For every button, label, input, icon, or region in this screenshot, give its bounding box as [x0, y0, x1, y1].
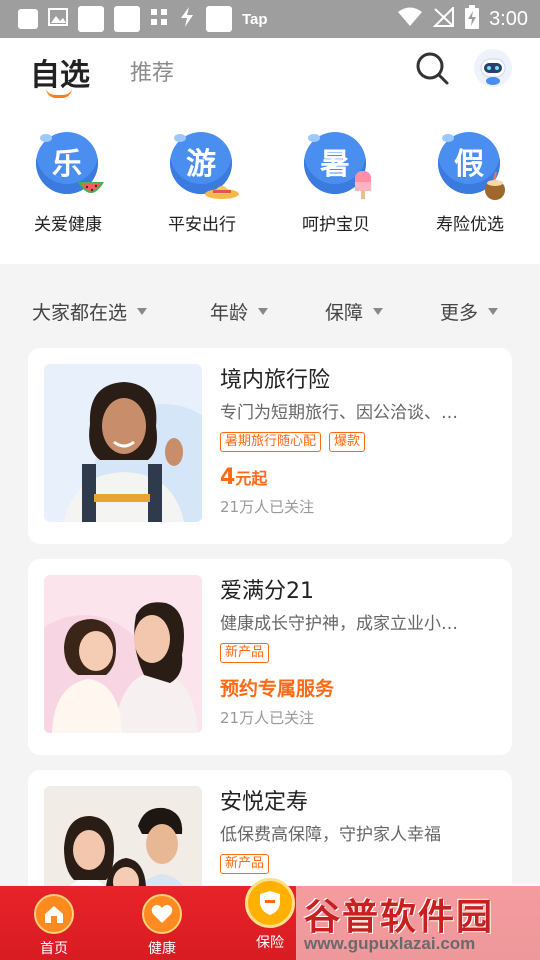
robot-avatar-icon[interactable] [474, 49, 512, 87]
heart-icon [142, 894, 182, 934]
app-notification-icon [206, 6, 232, 32]
tab-tuijian[interactable]: 推荐 [130, 55, 174, 87]
caret-down-icon [373, 308, 384, 315]
battery-charging-icon [465, 5, 480, 33]
watermark: 谷普软件园 www.gupuxlazai.com [296, 884, 540, 960]
product-description: 健康成长守护神，成家立业小… [220, 614, 458, 634]
filter-coverage[interactable]: 保障 [325, 298, 384, 325]
top-header: 自选 推荐 [0, 38, 540, 102]
app-notification-icon [78, 6, 104, 32]
product-title: 安悦定寿 [220, 790, 309, 815]
watermark-logo: 谷普软件园 [304, 897, 495, 938]
category-health[interactable]: 乐 关爱健康 [8, 132, 128, 235]
filter-age[interactable]: 年龄 [210, 298, 269, 325]
nav-label: 首页 [40, 941, 68, 957]
app-screen: Tap 3:00 自选 推荐 乐 关爱健康 游 平安出行 暑 呵护宝贝 假 寿险… [0, 0, 540, 960]
search-icon[interactable] [414, 50, 450, 86]
category-label: 呵护宝贝 [302, 215, 370, 235]
filter-more[interactable]: 更多 [440, 298, 499, 325]
home-icon [34, 894, 74, 934]
product-card[interactable]: 爱满分21 健康成长守护神，成家立业小… 新产品 预约专属服务 21万人已关注 [28, 559, 512, 755]
bolt-icon [178, 6, 196, 32]
image-icon [48, 7, 68, 31]
product-description: 专门为短期旅行、因公洽谈、… [220, 403, 458, 423]
clock: 3:00 [489, 7, 528, 30]
category-grid: 乐 关爱健康 游 平安出行 暑 呵护宝贝 假 寿险优选 [0, 102, 540, 264]
product-description: 低保费高保障，守护家人幸福 [220, 825, 441, 845]
filter-popular[interactable]: 大家都在选 [32, 298, 148, 325]
category-life[interactable]: 假 寿险优选 [410, 132, 530, 235]
notification-icon [18, 9, 38, 29]
shield-icon [245, 878, 295, 928]
app-notification-icon [114, 6, 140, 32]
popsicle-badge-icon: 暑 [304, 132, 371, 199]
caret-down-icon [137, 308, 148, 315]
category-travel[interactable]: 游 平安出行 [142, 132, 262, 235]
category-label: 关爱健康 [34, 215, 102, 235]
product-tag: 新产品 [220, 643, 270, 663]
product-service-link: 预约专属服务 [220, 678, 335, 700]
coconut-drink-badge-icon: 假 [438, 132, 505, 200]
caret-down-icon [258, 308, 269, 315]
product-image [44, 364, 202, 522]
product-tag: 暑期旅行随心配 [220, 432, 322, 452]
nav-label: 健康 [148, 941, 176, 957]
product-title: 境内旅行险 [220, 368, 331, 393]
tap-label: Tap [242, 10, 268, 28]
follower-count: 21万人已关注 [220, 709, 315, 727]
category-label: 寿险优选 [436, 215, 504, 235]
filter-bar: 大家都在选 年龄 保障 更多 [0, 274, 540, 344]
product-title: 爱满分21 [220, 579, 314, 604]
nav-home[interactable]: 首页 [14, 894, 94, 958]
wifi-icon [397, 7, 423, 31]
category-baby[interactable]: 暑 呵护宝贝 [276, 132, 396, 235]
product-card[interactable]: 境内旅行险 专门为短期旅行、因公洽谈、… 暑期旅行随心配 爆款 4元起 21万人… [28, 348, 512, 544]
watermelon-badge-icon: 乐 [36, 132, 104, 196]
product-image [44, 575, 202, 733]
category-label: 平安出行 [168, 215, 236, 235]
follower-count: 21万人已关注 [220, 498, 315, 516]
nav-health[interactable]: 健康 [122, 894, 202, 958]
product-price: 4元起 [220, 465, 268, 490]
no-signal-icon [432, 5, 455, 31]
caret-down-icon [488, 308, 499, 315]
status-bar: Tap 3:00 [0, 0, 540, 38]
sun-hat-badge-icon: 游 [170, 132, 239, 199]
product-tag: 新产品 [220, 854, 270, 874]
watermark-url: www.gupuxlazai.com [304, 934, 476, 953]
active-tab-indicator [46, 88, 72, 98]
grid-icon [150, 8, 168, 30]
product-tag: 爆款 [329, 432, 366, 452]
